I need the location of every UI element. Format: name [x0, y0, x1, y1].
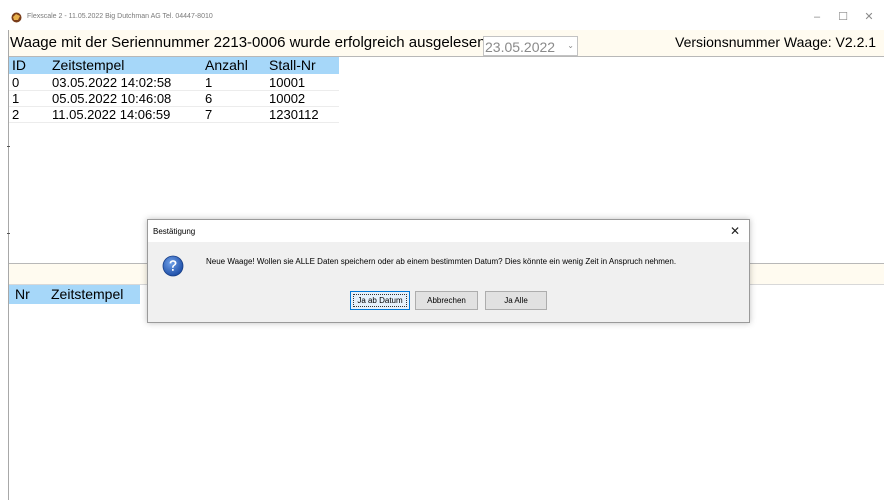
cell-id: 2	[12, 107, 20, 122]
upper-grid-header: ID Zeitstempel Anzahl Stall-Nr	[9, 57, 339, 74]
column-header-zeitstempel[interactable]: Zeitstempel	[52, 57, 124, 73]
ja-alle-button[interactable]: Ja Alle	[485, 291, 547, 310]
close-window-button[interactable]: ✕	[859, 10, 879, 24]
cell-id: 1	[12, 91, 20, 106]
abbrechen-button[interactable]: Abbrechen	[415, 291, 478, 310]
splitter-mark	[7, 233, 10, 234]
maximize-button[interactable]: ☐	[833, 10, 853, 24]
cell-stall-nr: 1230112	[269, 107, 319, 122]
date-select[interactable]: 23.05.2022 ⌄	[483, 36, 578, 56]
window-titlebar: Flexscale 2 - 11.05.2022 Big Dutchman AG…	[0, 0, 884, 30]
splitter-mark	[7, 146, 10, 147]
row-divider	[9, 122, 339, 123]
table-row[interactable]: 1 05.05.2022 10:46:08 6 10002	[9, 91, 339, 107]
column-header-nr[interactable]: Nr	[15, 286, 30, 302]
table-row[interactable]: 2 11.05.2022 14:06:59 7 1230112	[9, 107, 339, 123]
cell-anzahl: 1	[205, 75, 213, 90]
app-logo-icon	[11, 12, 22, 23]
column-header-anzahl[interactable]: Anzahl	[205, 57, 248, 73]
cell-stall-nr: 10002	[269, 91, 306, 106]
status-message: Waage mit der Seriennummer 2213-0006 wur…	[10, 34, 486, 51]
cell-anzahl: 7	[205, 107, 213, 122]
dialog-titlebar: Bestätigung ✕	[148, 220, 749, 242]
window-title: Flexscale 2 - 11.05.2022 Big Dutchman AG…	[27, 13, 213, 20]
cell-zeitstempel: 05.05.2022 10:46:08	[52, 91, 172, 106]
dialog-title: Bestätigung	[153, 227, 196, 236]
ja-ab-datum-button[interactable]: Ja ab Datum	[350, 291, 410, 310]
cell-stall-nr: 10001	[269, 75, 306, 90]
column-header-zeitstempel[interactable]: Zeitstempel	[51, 286, 123, 302]
date-select-value: 23.05.2022	[485, 39, 556, 55]
question-icon	[162, 255, 184, 277]
status-header: Waage mit der Seriennummer 2213-0006 wur…	[9, 30, 884, 56]
column-header-stall-nr[interactable]: Stall-Nr	[269, 57, 316, 73]
lower-grid-header: Nr Zeitstempel	[9, 285, 140, 304]
dialog-message: Neue Waage! Wollen sie ALLE Daten speich…	[206, 257, 677, 266]
chevron-down-icon: ⌄	[567, 41, 574, 50]
cell-anzahl: 6	[205, 91, 213, 106]
cell-zeitstempel: 03.05.2022 14:02:58	[52, 75, 172, 90]
scale-version: Versionsnummer Waage: V2.2.1	[675, 34, 877, 50]
confirmation-dialog: Bestätigung ✕ Neue Waage! Wollen sie ALL…	[147, 219, 750, 323]
column-header-id[interactable]: ID	[12, 57, 26, 73]
minimize-button[interactable]: –	[807, 10, 827, 24]
cell-id: 0	[12, 75, 20, 90]
cell-zeitstempel: 11.05.2022 14:06:59	[52, 107, 171, 122]
dialog-close-button[interactable]: ✕	[730, 224, 740, 238]
table-row[interactable]: 0 03.05.2022 14:02:58 1 10001	[9, 75, 339, 91]
